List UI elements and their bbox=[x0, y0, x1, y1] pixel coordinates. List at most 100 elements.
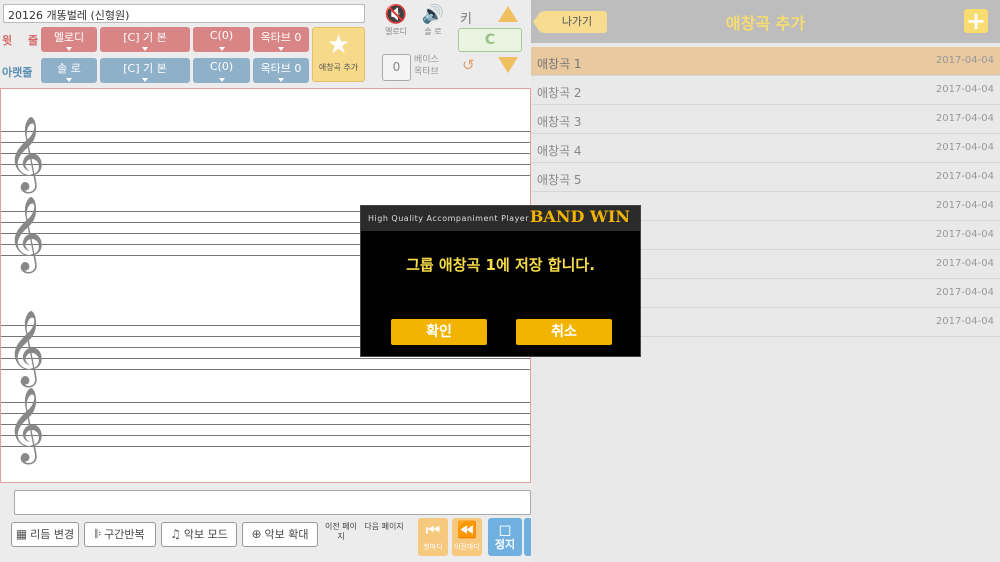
item-name: 애창곡 2 bbox=[537, 86, 582, 100]
item-date: 2017-04-04 bbox=[935, 171, 994, 182]
treble-clef-icon: 𝄞 bbox=[7, 388, 45, 462]
section-repeat-button[interactable]: 𝄆 구간반복 bbox=[84, 522, 156, 547]
first-measure-label: 첫마디 bbox=[423, 543, 443, 551]
treble-clef-icon: 𝄞 bbox=[7, 311, 45, 385]
list-item[interactable]: 애창곡 2 2017-04-04 bbox=[531, 76, 1000, 105]
item-date: 2017-04-04 bbox=[935, 113, 994, 124]
item-date: 2017-04-04 bbox=[935, 142, 994, 153]
melody-label: 멜로디 bbox=[384, 27, 408, 36]
prev-measure-button[interactable]: ⏪ 이전마디 bbox=[452, 518, 482, 556]
item-name: 애창곡 1 bbox=[537, 57, 582, 71]
panel-header: 애창곡 추가 나가기 + bbox=[531, 0, 1000, 43]
top-chord-select[interactable]: [C] 기 본 bbox=[100, 27, 190, 52]
key-up-button[interactable] bbox=[498, 6, 518, 22]
speaker-muted-icon: 🔇 bbox=[384, 4, 408, 25]
score-zoom-label: 악보 확대 bbox=[264, 528, 309, 541]
stop-button[interactable]: ◻ 정지 bbox=[488, 518, 522, 556]
next-page-label: 다음 페이지 bbox=[364, 522, 404, 531]
list-item[interactable]: 애창곡 4 2017-04-04 bbox=[531, 134, 1000, 163]
bottom-instrument-select[interactable]: 솔 로 bbox=[41, 58, 97, 83]
cancel-button[interactable]: 취소 bbox=[516, 319, 612, 345]
item-date: 2017-04-04 bbox=[935, 287, 994, 298]
score-mode-label: 악보 모드 bbox=[183, 528, 228, 541]
brand-logo: BAND WIN bbox=[529, 207, 630, 226]
chevron-down-icon bbox=[142, 47, 148, 51]
zoom-in-icon: ⊕ bbox=[251, 527, 262, 541]
bottom-key-select[interactable]: C(0) bbox=[193, 58, 250, 83]
first-measure-button[interactable]: ⏮ 첫마디 bbox=[418, 518, 448, 556]
score-zoom-button[interactable]: ⊕ 악보 확대 bbox=[242, 522, 318, 547]
chevron-down-icon bbox=[66, 78, 72, 82]
key-down-button[interactable] bbox=[498, 57, 518, 73]
top-instrument-label: 멜로디 bbox=[53, 31, 85, 44]
dialog-header: High Quality Accompaniment Player BAND W… bbox=[361, 206, 640, 231]
chevron-down-icon bbox=[218, 78, 225, 82]
top-instrument-select[interactable]: 멜로디 bbox=[41, 27, 97, 52]
bottom-instrument-label: 솔 로 bbox=[57, 62, 81, 75]
top-row-label: 윗 줄 bbox=[2, 34, 45, 47]
key-value: C bbox=[458, 28, 522, 52]
lyric-bar bbox=[14, 490, 531, 515]
back-button[interactable]: 나가기 bbox=[533, 11, 607, 33]
bottom-octave-label: 옥타브 0 bbox=[260, 62, 302, 75]
item-date: 2017-04-04 bbox=[935, 84, 994, 95]
prev-page-button[interactable]: 이전 페이지 bbox=[322, 522, 360, 542]
chevron-down-icon bbox=[66, 47, 72, 51]
song-title: 20126 개똥벌레 (신형원) bbox=[3, 4, 365, 23]
solo-toggle[interactable]: 🔊 솔 로 bbox=[418, 4, 448, 37]
bass-octave-label: 베이스 옥타브 bbox=[414, 55, 439, 77]
item-name: 애창곡 4 bbox=[537, 144, 582, 158]
confirm-button[interactable]: 확인 bbox=[391, 319, 487, 345]
item-date: 2017-04-04 bbox=[935, 200, 994, 211]
add-favorite-button[interactable]: ★ 애창곡 추가 bbox=[312, 27, 365, 82]
bottom-chord-select[interactable]: [C] 기 본 bbox=[100, 58, 190, 83]
bottom-chord-label: [C] 기 본 bbox=[123, 62, 167, 75]
dialog-subtitle: High Quality Accompaniment Player bbox=[368, 214, 530, 223]
chevron-down-icon bbox=[278, 78, 284, 82]
chevron-down-icon bbox=[142, 78, 148, 82]
list-item[interactable]: 애창곡 5 2017-04-04 bbox=[531, 163, 1000, 192]
list-item[interactable]: 애창곡 1 2017-04-04 bbox=[531, 47, 1000, 76]
top-key-label: C(0) bbox=[209, 29, 234, 42]
bottom-octave-select[interactable]: 옥타브 0 bbox=[253, 58, 309, 83]
rhythm-icon: ▦ bbox=[15, 527, 28, 541]
music-note-icon: ♫ bbox=[170, 527, 181, 541]
top-chord-label: [C] 기 본 bbox=[123, 31, 167, 44]
treble-clef-icon: 𝄞 bbox=[7, 117, 45, 191]
score-mode-button[interactable]: ♫ 악보 모드 bbox=[161, 522, 237, 547]
star-icon: ★ bbox=[326, 30, 351, 60]
chevron-down-icon bbox=[218, 47, 225, 51]
melody-toggle[interactable]: 🔇 멜로디 bbox=[381, 4, 411, 37]
bottom-key-label: C(0) bbox=[209, 60, 234, 73]
item-date: 2017-04-04 bbox=[935, 316, 994, 327]
top-octave-label: 옥타브 0 bbox=[260, 31, 302, 44]
solo-label: 솔 로 bbox=[424, 27, 442, 36]
next-measure-button[interactable] bbox=[524, 518, 531, 556]
bass-octave-button[interactable]: 0 bbox=[382, 54, 411, 81]
top-key-select[interactable]: C(0) bbox=[193, 27, 250, 52]
add-button[interactable]: + bbox=[964, 9, 988, 33]
item-name: 애창곡 5 bbox=[537, 173, 582, 187]
rhythm-change-label: 리듬 변경 bbox=[30, 528, 75, 541]
prev-measure-label: 이전마디 bbox=[454, 543, 480, 551]
bottom-row-label: 아랫줄 bbox=[2, 66, 33, 79]
item-name: 애창곡 3 bbox=[537, 115, 582, 129]
speaker-icon: 🔊 bbox=[421, 4, 445, 25]
confirm-dialog: High Quality Accompaniment Player BAND W… bbox=[360, 205, 641, 357]
reset-icon[interactable]: ↺ bbox=[462, 56, 475, 74]
next-page-button[interactable]: 다음 페이지 bbox=[364, 522, 404, 532]
rewind-icon: ⏪ bbox=[457, 520, 477, 539]
skip-back-icon: ⏮ bbox=[425, 520, 441, 539]
add-favorite-label: 애창곡 추가 bbox=[318, 63, 359, 72]
rhythm-change-button[interactable]: ▦ 리듬 변경 bbox=[11, 522, 79, 547]
treble-clef-icon: 𝄞 bbox=[7, 197, 45, 271]
prev-page-label: 이전 페이지 bbox=[325, 522, 357, 541]
top-octave-select[interactable]: 옥타브 0 bbox=[253, 27, 309, 52]
chevron-down-icon bbox=[278, 47, 284, 51]
section-repeat-label: 구간반복 bbox=[104, 528, 145, 541]
item-date: 2017-04-04 bbox=[935, 258, 994, 269]
list-item[interactable]: 애창곡 3 2017-04-04 bbox=[531, 105, 1000, 134]
stop-label: 정지 bbox=[494, 538, 516, 551]
key-label: 키 bbox=[460, 12, 472, 27]
dialog-message: 그룹 애창곡 1에 저장 합니다. bbox=[406, 256, 595, 274]
